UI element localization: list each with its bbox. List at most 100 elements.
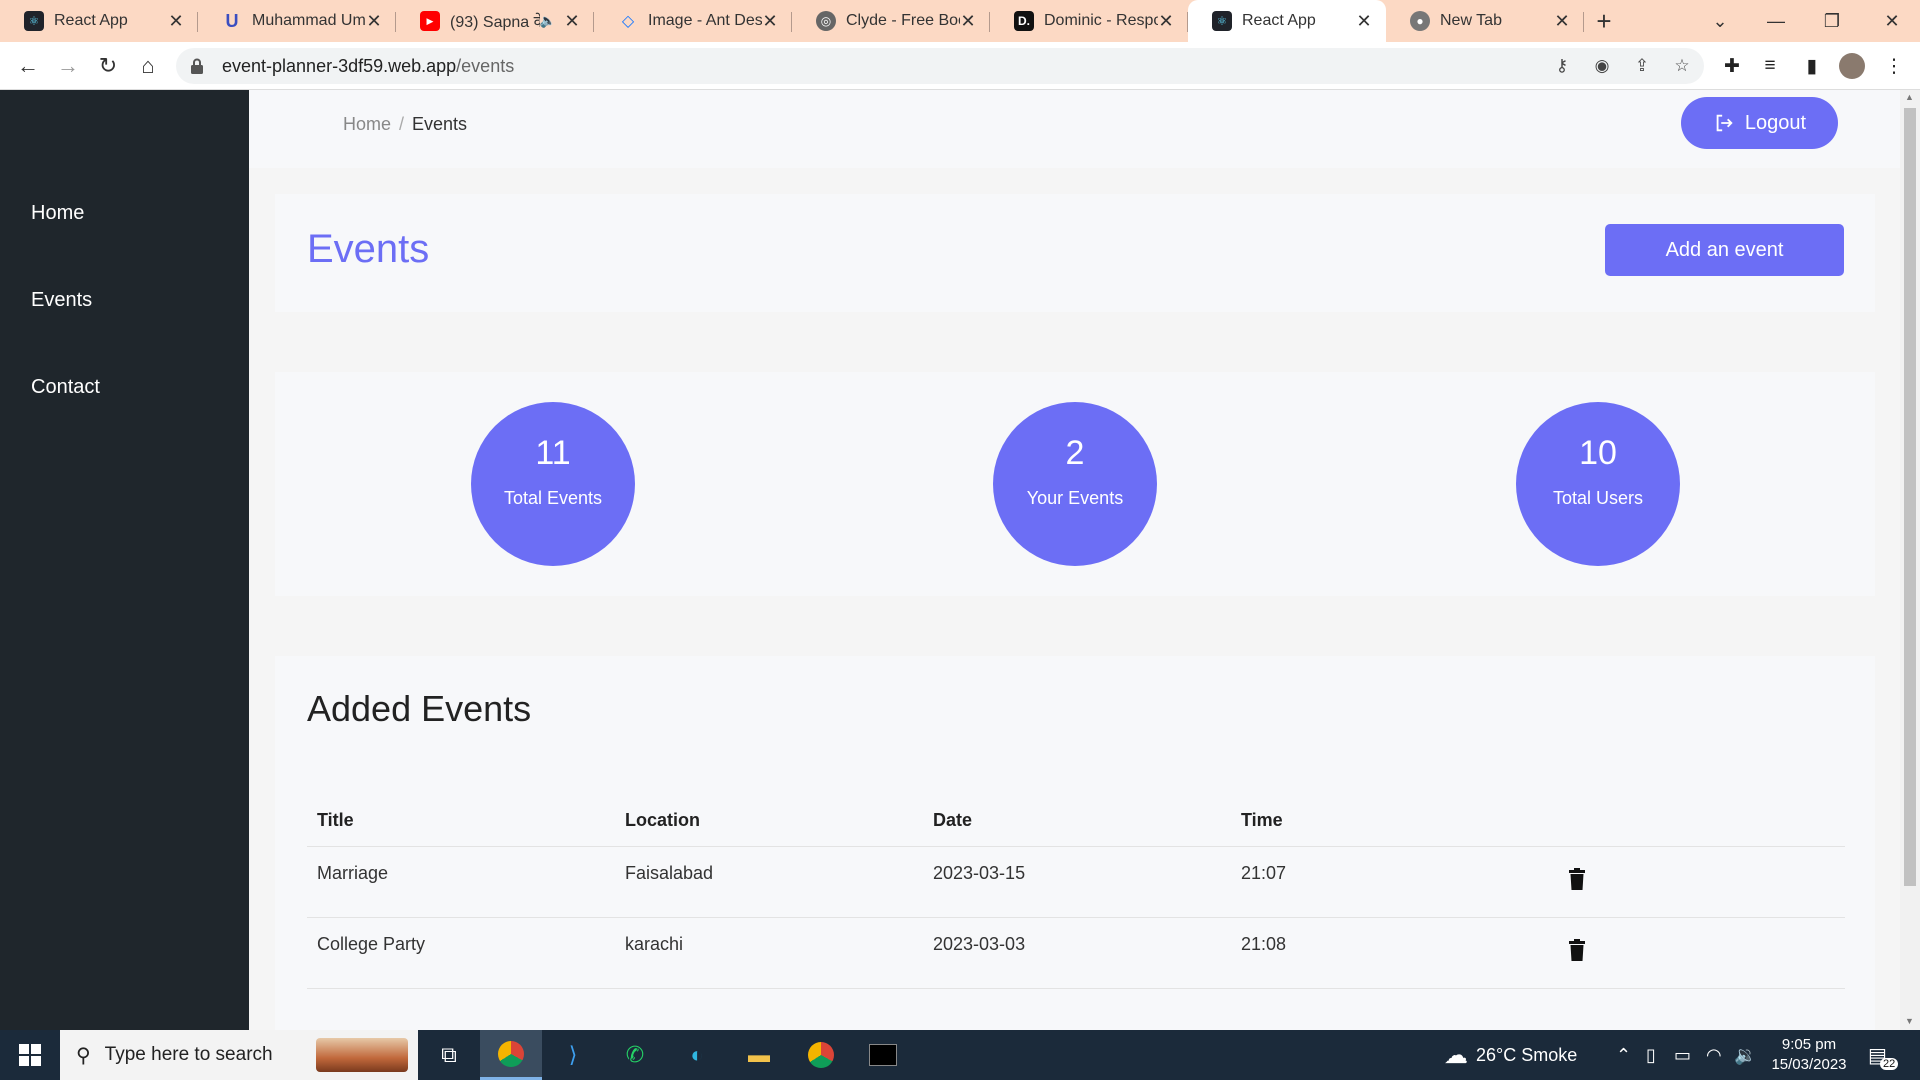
chrome-icon[interactable]	[790, 1030, 852, 1080]
new-tab-button[interactable]: +	[1584, 0, 1624, 42]
table-header-row: Title Location Date Time	[307, 796, 1845, 847]
tab-search-icon[interactable]: ⌄	[1692, 0, 1748, 42]
lock-icon[interactable]	[190, 58, 204, 74]
volume-icon[interactable]: 🔉	[1734, 1030, 1756, 1080]
restore-icon[interactable]: ❐	[1804, 0, 1860, 42]
column-header-time: Time	[1231, 796, 1559, 847]
taskbar-search[interactable]: ⚲ Type here to search	[60, 1030, 418, 1080]
page-title: Events	[307, 227, 430, 271]
trash-icon[interactable]	[1569, 868, 1585, 890]
terminal-icon[interactable]	[852, 1030, 914, 1080]
stat-value: 2	[1065, 434, 1085, 472]
globe-icon: ◎	[816, 11, 836, 31]
column-header-title: Title	[307, 796, 615, 847]
avatar[interactable]	[1834, 48, 1870, 84]
close-tab-icon[interactable]: ✕	[1158, 11, 1174, 32]
search-placeholder: Type here to search	[104, 1044, 273, 1065]
react-icon: ⚛	[1212, 11, 1232, 31]
column-header-location: Location	[615, 796, 923, 847]
close-tab-icon[interactable]: ✕	[762, 11, 778, 32]
side-panel-icon[interactable]: ▮	[1794, 48, 1830, 84]
minimize-icon[interactable]: —	[1748, 0, 1804, 42]
sidebar-item-home[interactable]: Home	[31, 202, 84, 225]
stat-value: 11	[535, 434, 571, 472]
cell-actions	[1559, 917, 1845, 989]
browser-tab-active[interactable]: ⚛ React App ✕	[1188, 0, 1386, 42]
star-icon[interactable]: ☆	[1670, 54, 1694, 78]
close-tab-icon[interactable]: ✕	[1356, 11, 1372, 32]
reload-icon[interactable]: ↻	[88, 46, 128, 86]
close-tab-icon[interactable]: ✕	[564, 11, 580, 32]
stat-total-users: 10 Total Users	[1516, 402, 1680, 566]
table-row: College Party karachi 2023-03-03 21:08	[307, 917, 1845, 989]
cell-title: College Party	[307, 917, 615, 989]
cell-date: 2023-03-15	[923, 846, 1231, 918]
media-control-icon[interactable]: ≡	[1752, 48, 1788, 84]
events-table: Title Location Date Time Marriage Faisal…	[307, 796, 1845, 989]
column-header-actions	[1559, 796, 1845, 847]
browser-tab[interactable]: D. Dominic - Respon ✕	[990, 0, 1188, 42]
close-tab-icon[interactable]: ✕	[1554, 11, 1570, 32]
home-icon[interactable]: ⌂	[128, 46, 168, 86]
notification-center-icon[interactable]: ▤ 22	[1868, 1030, 1899, 1080]
top-header: Home / Events Logout	[249, 90, 1900, 168]
events-header-card: Events Add an event	[275, 194, 1875, 312]
breadcrumb-home[interactable]: Home	[343, 114, 391, 134]
windows-start-icon[interactable]	[0, 1030, 60, 1080]
chrome-taskbar-icon[interactable]	[480, 1030, 542, 1080]
close-window-icon[interactable]: ✕	[1864, 0, 1920, 42]
browser-tab[interactable]: ● New Tab ✕	[1386, 0, 1584, 42]
page-scrollbar[interactable]: ▲ ▼	[1900, 90, 1920, 1030]
browser-tab[interactable]: ◎ Clyde - Free Boot ✕	[792, 0, 990, 42]
device-icon[interactable]: ▯	[1646, 1030, 1656, 1080]
wifi-icon[interactable]: ◠	[1706, 1030, 1722, 1080]
ant-design-icon: ◇	[621, 13, 635, 30]
tab-title: Dominic - Respon	[1044, 12, 1158, 29]
add-event-button[interactable]: Add an event	[1605, 224, 1844, 276]
browser-tab-strip: ⚛ React App ✕ U Muhammad Uma ✕ ▶ (93) Sa…	[0, 0, 1920, 42]
browser-tab[interactable]: ◇ Image - Ant Desi ✕	[594, 0, 792, 42]
edge-icon[interactable]: ◐	[666, 1030, 728, 1080]
share-icon[interactable]: ⇪	[1630, 54, 1654, 78]
forward-arrow-icon[interactable]: →	[48, 46, 88, 86]
stat-total-events: 11 Total Events	[471, 402, 635, 566]
speaker-icon[interactable]: 🔈	[540, 13, 556, 29]
scroll-down-icon[interactable]: ▼	[1905, 1016, 1914, 1026]
menu-icon[interactable]: ⋮	[1876, 48, 1912, 84]
battery-icon[interactable]: ▭	[1674, 1030, 1691, 1080]
react-icon: ⚛	[24, 11, 44, 31]
sidebar-item-contact[interactable]: Contact	[31, 376, 100, 399]
task-view-icon[interactable]: ⧉	[418, 1030, 480, 1080]
close-tab-icon[interactable]: ✕	[168, 11, 184, 32]
tray-overflow-icon[interactable]: ⌃	[1616, 1030, 1631, 1080]
eye-off-icon[interactable]: ◉	[1590, 54, 1614, 78]
whatsapp-icon[interactable]: ✆	[604, 1030, 666, 1080]
scrollbar-thumb[interactable]	[1904, 108, 1916, 886]
back-arrow-icon[interactable]: ←	[8, 46, 48, 86]
weather-widget[interactable]: ☁ 26°C Smoke	[1444, 1030, 1577, 1080]
browser-tab[interactable]: U Muhammad Uma ✕	[198, 0, 396, 42]
browser-tab[interactable]: ⚛ React App ✕	[0, 0, 198, 42]
logout-button[interactable]: Logout	[1681, 97, 1838, 149]
browser-tab[interactable]: ▶ (93) Sapna के 🔈 ✕	[396, 0, 594, 42]
sidebar: Home Events Contact	[0, 90, 249, 1030]
chrome-icon: ●	[1410, 11, 1430, 31]
address-bar[interactable]: event-planner-3df59.web.app/events ⚷ ◉ ⇪…	[176, 48, 1704, 84]
tab-title: Image - Ant Desi	[648, 12, 762, 29]
scroll-up-icon[interactable]: ▲	[1905, 92, 1914, 102]
taskbar-clock[interactable]: 9:05 pm 15/03/2023	[1766, 1035, 1852, 1075]
cell-time: 21:08	[1231, 917, 1559, 989]
cell-actions	[1559, 846, 1845, 918]
column-header-date: Date	[923, 796, 1231, 847]
stat-label: Total Users	[1552, 488, 1644, 508]
browser-toolbar: ← → ↻ ⌂ event-planner-3df59.web.app/even…	[0, 42, 1920, 90]
trash-icon[interactable]	[1569, 939, 1585, 961]
extensions-icon[interactable]: ✚	[1714, 48, 1750, 84]
file-explorer-icon[interactable]: ▬	[728, 1030, 790, 1080]
key-icon[interactable]: ⚷	[1550, 54, 1574, 78]
close-tab-icon[interactable]: ✕	[366, 11, 382, 32]
vscode-icon[interactable]: ⟩	[542, 1030, 604, 1080]
cell-time: 21:07	[1231, 846, 1559, 918]
sidebar-item-events[interactable]: Events	[31, 289, 92, 312]
close-tab-icon[interactable]: ✕	[960, 11, 976, 32]
